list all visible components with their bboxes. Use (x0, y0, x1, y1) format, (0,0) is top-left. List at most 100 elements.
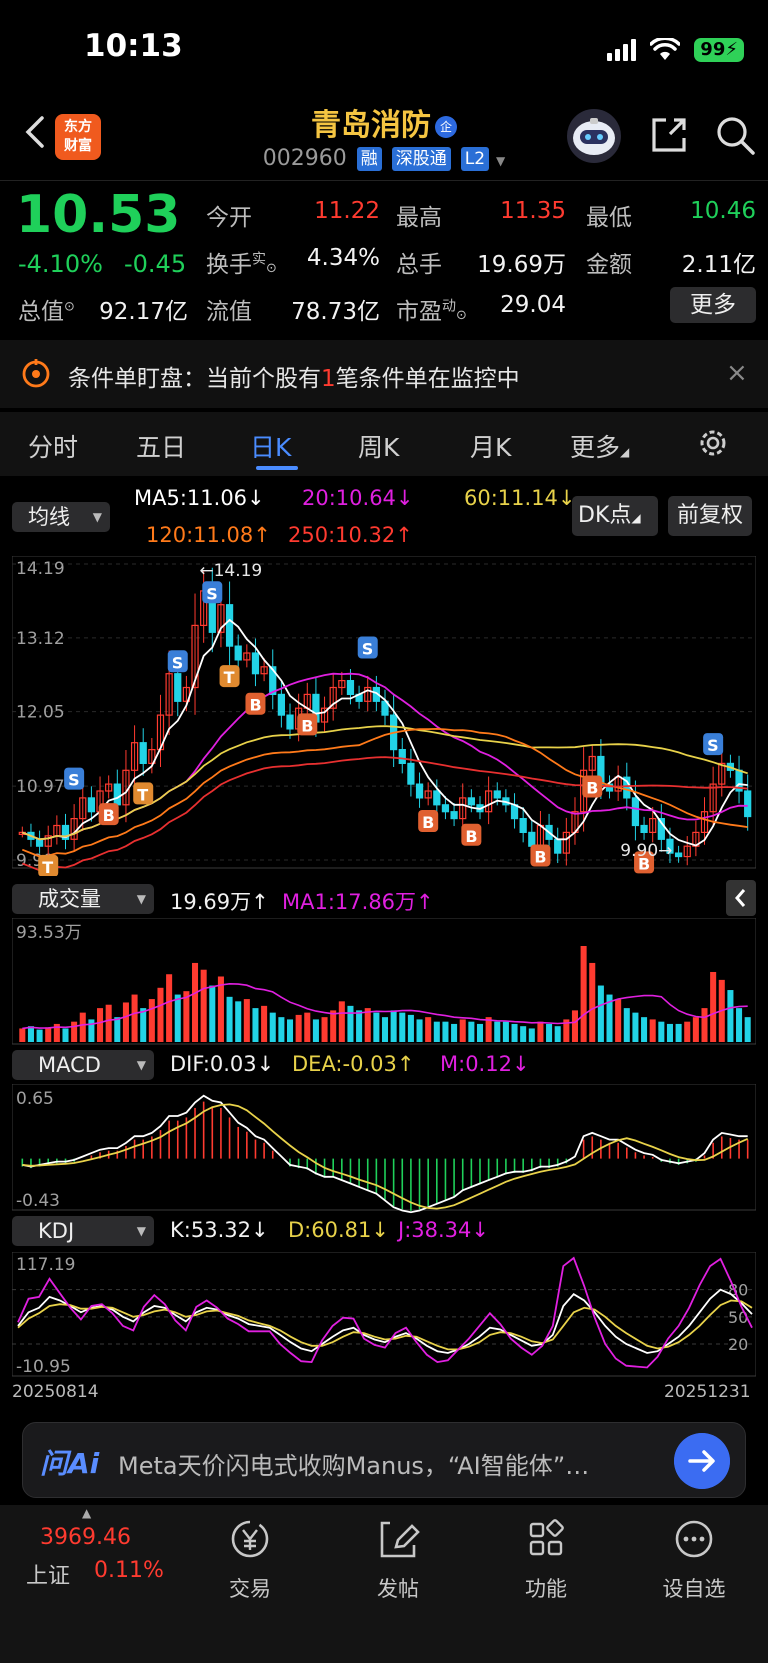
volume-bar (736, 1008, 743, 1042)
volume-bar (658, 1021, 665, 1042)
volume-bar (744, 1017, 751, 1042)
volume-bar (589, 962, 596, 1042)
x-end-date: 20251231 (664, 1382, 751, 1402)
volume-bar (701, 1008, 708, 1042)
tab-daily-k[interactable]: 日K (250, 428, 291, 464)
collapse-panel-icon[interactable] (726, 880, 756, 916)
k-label: K:53.32↓ (170, 1218, 269, 1242)
ma5-label: MA5:11.06↓ (134, 486, 265, 510)
caret-icon: ◢ (631, 511, 641, 525)
float-cap-value: 78.73亿 (291, 299, 380, 325)
high-label: 最高 (396, 205, 442, 231)
turnover-label-text: 换手 (206, 252, 252, 278)
volume-bar (390, 1010, 397, 1042)
nav-trade[interactable]: 交易 (200, 1515, 300, 1601)
volume-bar (166, 974, 173, 1042)
volume-selector[interactable]: 成交量 ▼ (12, 884, 154, 914)
candlestick-chart[interactable]: 14.1913.1212.0510.979.90SBSSBBSBBBBBSTTT… (12, 556, 756, 876)
pe-label-sup: 动 (442, 298, 456, 315)
search-icon[interactable] (714, 114, 756, 156)
candle-body (139, 742, 147, 765)
arrow-right-icon[interactable] (674, 1433, 730, 1489)
ma-selector[interactable]: 均线 ▼ (12, 502, 110, 532)
volume-bar (122, 1002, 129, 1042)
macd-selector[interactable]: MACD ▼ (12, 1050, 154, 1080)
candle-body (493, 790, 501, 799)
adjust-button[interactable]: 前复权 (668, 496, 752, 536)
close-icon[interactable]: × (726, 358, 748, 388)
candle-body (398, 749, 406, 765)
signal-label: T (42, 858, 53, 876)
chart-frame (12, 1084, 756, 1211)
candle-body (346, 680, 355, 696)
volume-bar (399, 1012, 406, 1042)
index-change[interactable]: 0.11% (94, 1558, 164, 1583)
open-value: 11.22 (314, 198, 380, 224)
volume-value-label: 19.69万↑ (170, 890, 269, 914)
volume-bar (338, 1001, 345, 1042)
tab-five-day[interactable]: 五日 (136, 428, 186, 464)
volume-bar (71, 1021, 78, 1042)
volume-ma-label: MA1:17.86万↑ (282, 890, 434, 914)
signal-label: B (422, 813, 434, 832)
y-tick-label: 13.12 (16, 629, 65, 649)
kdj-chart: 117.19-10.95805020 (12, 1252, 756, 1377)
more-dots-icon (675, 1520, 713, 1558)
change-percent: -4.10% (18, 250, 103, 278)
volume-bar (88, 1019, 95, 1042)
candle-body (35, 838, 44, 847)
news-headline[interactable]: Meta天价闪电式收购Manus，“AI智能体”… (118, 1446, 658, 1481)
volume-bar (641, 1017, 648, 1042)
wifi-icon (650, 38, 681, 60)
volume-bar (632, 1012, 639, 1042)
m-label: M:0.12↓ (440, 1052, 530, 1076)
index-value[interactable]: 3969.46 (40, 1525, 131, 1550)
pe-value: 29.04 (500, 292, 566, 318)
volume-label: 总手 (396, 252, 442, 278)
more-button[interactable]: 更多 (670, 287, 756, 323)
candle-body (510, 804, 519, 820)
volume-bar (356, 1010, 363, 1042)
y-tick-label: 14.19 (16, 559, 65, 579)
nav-functions[interactable]: 功能 (496, 1515, 596, 1601)
candle-body (450, 811, 458, 820)
ma250-label: 250:10.32↑ (288, 523, 413, 547)
signal-label: B (534, 848, 546, 867)
nav-watchlist[interactable]: 设自选 (644, 1515, 744, 1601)
tab-intraday[interactable]: 分时 (28, 428, 78, 464)
volume-bar (597, 985, 604, 1042)
volume-bar (261, 1005, 268, 1042)
candle-body (277, 693, 285, 716)
volume-bar (312, 1019, 319, 1042)
signal-label: T (224, 668, 235, 687)
edit-icon (380, 1521, 420, 1558)
share-icon[interactable] (648, 114, 690, 156)
kdj-selector[interactable]: KDJ ▼ (12, 1216, 154, 1246)
gear-icon[interactable] (696, 426, 730, 460)
volume-value: 19.69万 (477, 252, 566, 278)
volume-bar (183, 991, 190, 1042)
volume-bar (528, 1028, 535, 1042)
market-cap-label: 总值⊙ (18, 292, 75, 326)
y-bottom-label: -0.43 (16, 1191, 60, 1211)
y-max-label: 93.53万 (16, 923, 82, 943)
robot-assistant-icon[interactable] (566, 108, 622, 164)
volume-bar (511, 1023, 518, 1042)
float-cap-label: 流值 (206, 299, 252, 325)
volume-bar (217, 976, 224, 1042)
chevron-down-icon: ▼ (136, 1058, 146, 1072)
tab-more[interactable]: 更多◢ (570, 428, 629, 464)
volume-bar (321, 1017, 328, 1042)
tab-weekly-k[interactable]: 周K (358, 428, 399, 464)
volume-bar (459, 1019, 466, 1042)
volume-bar (252, 1008, 259, 1042)
nav-post[interactable]: 发帖 (348, 1515, 448, 1601)
tab-monthly-k[interactable]: 月K (470, 428, 511, 464)
index-name[interactable]: 上证 (26, 1558, 70, 1590)
signal-label: B (586, 779, 598, 798)
chevron-down-icon: ▼ (136, 1224, 146, 1238)
candle-body (433, 790, 441, 806)
volume-bar (416, 1019, 423, 1042)
macd-chart: 0.65 -0.43 (12, 1084, 756, 1214)
dk-point-button[interactable]: DK点◢ (572, 496, 658, 536)
